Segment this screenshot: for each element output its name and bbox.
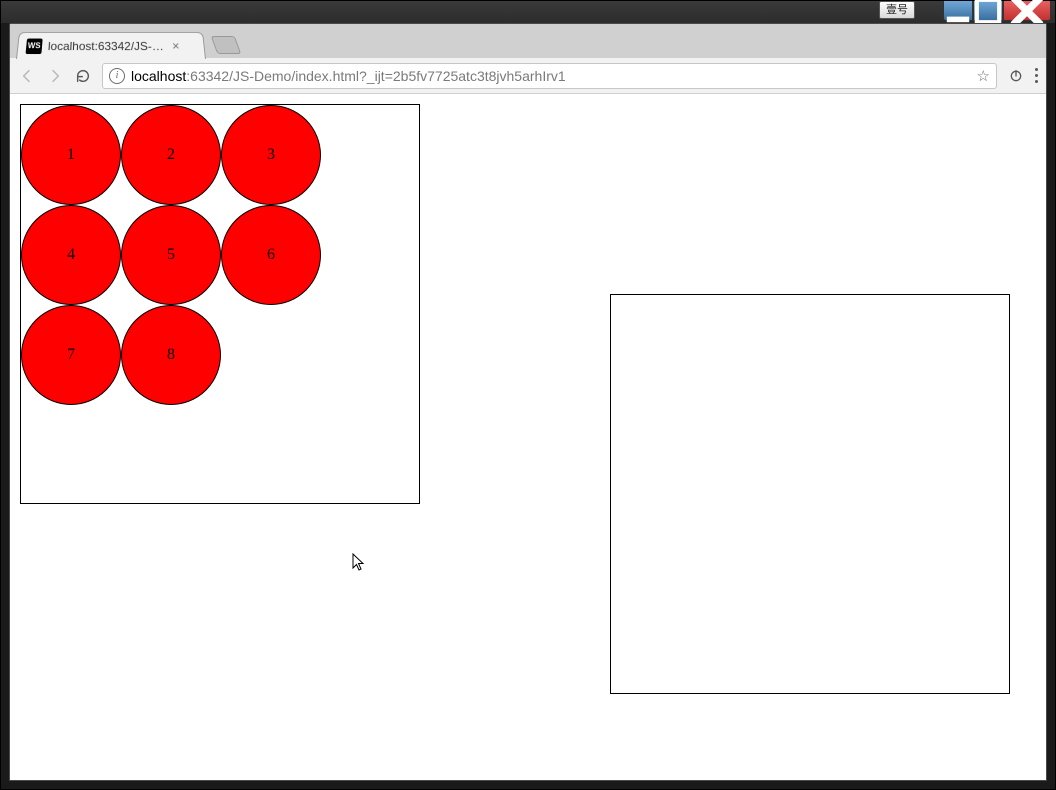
circle-item[interactable]: 2: [121, 105, 221, 205]
address-bar[interactable]: i localhost:63342/JS-Demo/index.html?_ij…: [102, 63, 997, 89]
circle-item[interactable]: 4: [21, 205, 121, 305]
menu-dot-icon: [1035, 74, 1038, 77]
circle-item[interactable]: 6: [221, 205, 321, 305]
circle-container: 1 2 3 4 5 6 7 8: [21, 105, 419, 405]
source-box[interactable]: 1 2 3 4 5 6 7 8: [20, 104, 420, 504]
mouse-cursor-icon: [352, 553, 366, 573]
window-close-button[interactable]: [1003, 1, 1051, 21]
tab-strip[interactable]: WS localhost:63342/JS-Dem ×: [10, 24, 1046, 58]
browser-tab[interactable]: WS localhost:63342/JS-Dem ×: [16, 32, 206, 59]
circle-item[interactable]: 3: [221, 105, 321, 205]
tab-title: localhost:63342/JS-Dem: [47, 39, 166, 53]
site-info-icon[interactable]: i: [109, 68, 125, 84]
window-maximize-button[interactable]: [973, 1, 1003, 21]
reload-button[interactable]: [74, 67, 92, 85]
circle-item[interactable]: 1: [21, 105, 121, 205]
url-text: localhost:63342/JS-Demo/index.html?_ijt=…: [131, 68, 971, 84]
window-titlebar[interactable]: 壹号: [1, 1, 1055, 23]
browser-window: WS localhost:63342/JS-Dem × i localhost:…: [9, 23, 1047, 781]
menu-dot-icon: [1035, 80, 1038, 83]
circle-item[interactable]: 5: [121, 205, 221, 305]
window-minimize-button[interactable]: [943, 1, 973, 21]
new-tab-button[interactable]: [211, 36, 242, 54]
back-button[interactable]: [18, 67, 36, 85]
url-host: localhost: [131, 68, 186, 84]
window-buttons: [943, 1, 1051, 21]
extension-power-icon[interactable]: [1007, 67, 1025, 85]
chrome-menu-button[interactable]: [1035, 68, 1038, 83]
menu-dot-icon: [1035, 68, 1038, 71]
bookmark-star-icon[interactable]: ☆: [977, 67, 990, 85]
tab-close-icon[interactable]: ×: [172, 39, 181, 54]
page-viewport: 1 2 3 4 5 6 7 8: [10, 94, 1046, 780]
url-rest: :63342/JS-Demo/index.html?_ijt=2b5fv7725…: [186, 68, 565, 84]
browser-toolbar: i localhost:63342/JS-Demo/index.html?_ij…: [10, 58, 1046, 94]
target-box[interactable]: [610, 294, 1010, 694]
forward-button[interactable]: [46, 67, 64, 85]
circle-item[interactable]: 7: [21, 305, 121, 405]
circle-item[interactable]: 8: [121, 305, 221, 405]
window-frame: 壹号 WS localhost:63342/JS-Dem ×: [0, 0, 1056, 790]
tab-favicon: WS: [26, 38, 43, 53]
ime-indicator[interactable]: 壹号: [879, 1, 915, 19]
